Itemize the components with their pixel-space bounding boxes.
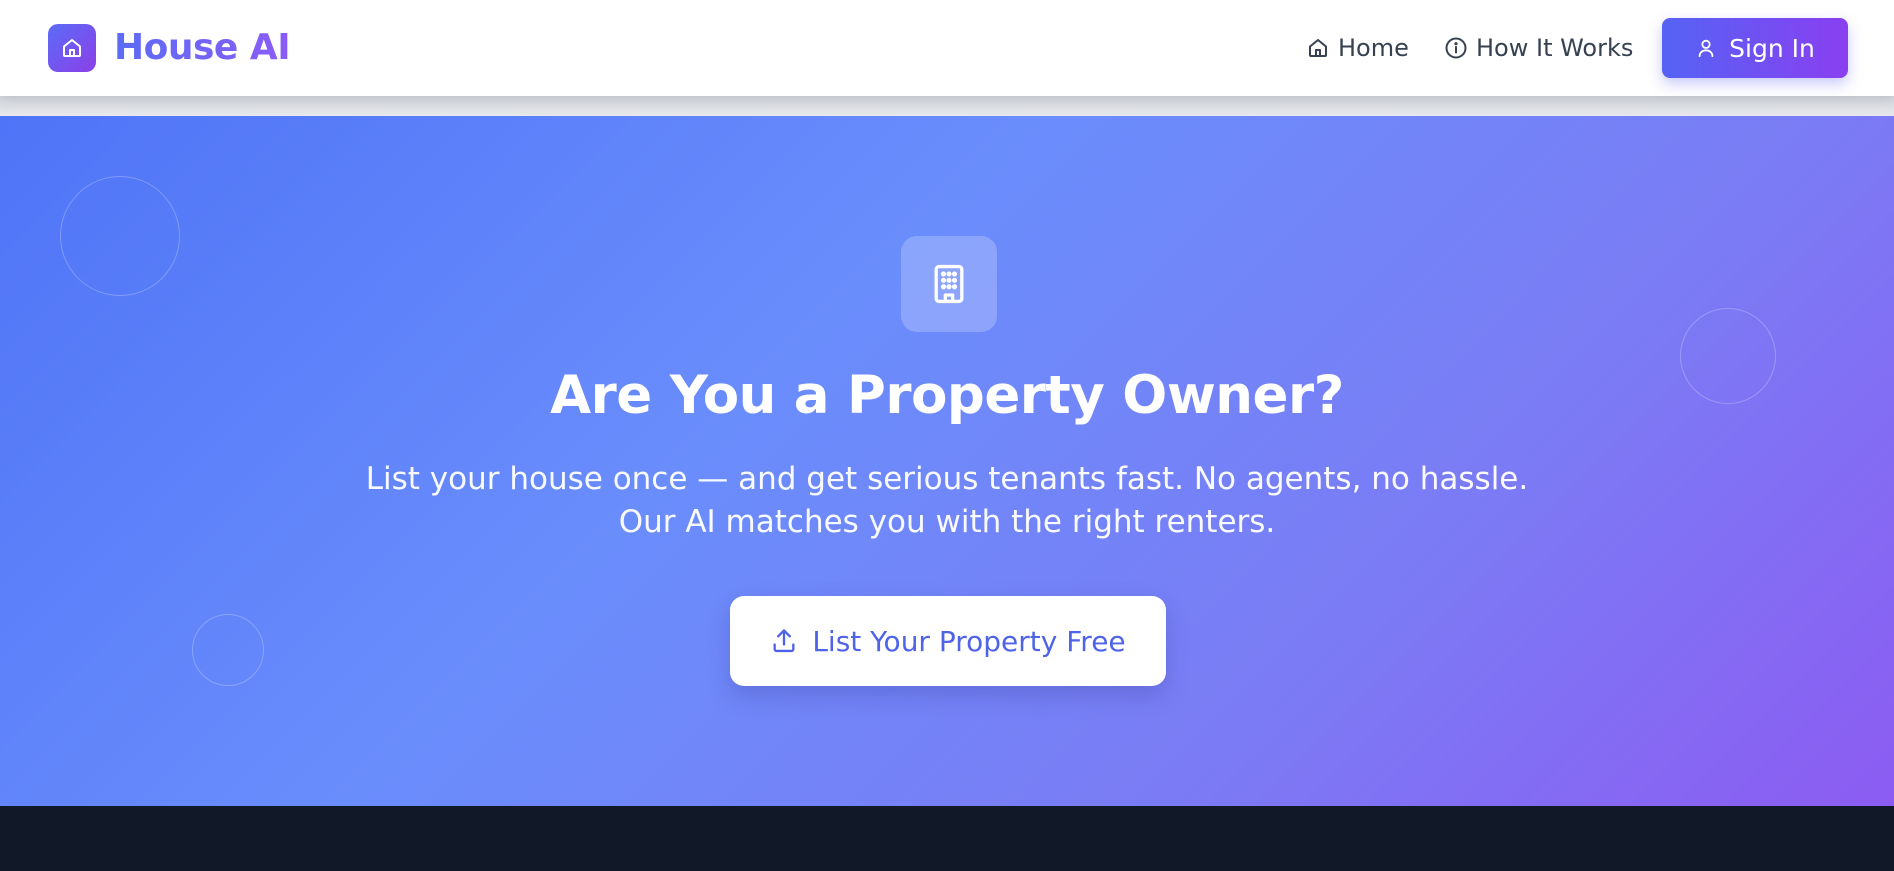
nav-how-it-works-label: How It Works — [1476, 34, 1634, 62]
sign-in-label: Sign In — [1729, 33, 1815, 63]
brand-name[interactable]: House AI — [114, 22, 291, 74]
nav-how-it-works-link[interactable]: How It Works — [1444, 30, 1633, 66]
page: House AI Home How It Works Sign In Are Y… — [0, 0, 1894, 871]
decorative-circle — [192, 614, 264, 686]
logo-badge[interactable] — [48, 24, 96, 72]
list-property-button[interactable]: List Your Property Free — [730, 596, 1166, 686]
footer-strip — [0, 806, 1894, 871]
nav-home-label: Home — [1338, 34, 1409, 62]
building-icon — [934, 264, 964, 304]
header-shadow-band — [0, 96, 1894, 116]
info-icon — [1445, 37, 1467, 59]
user-icon — [1698, 39, 1714, 58]
upload-icon — [773, 629, 795, 653]
list-property-label: List Your Property Free — [812, 624, 1126, 658]
hero-subtitle-line-1: List your house once — and get serious t… — [365, 461, 1529, 497]
hero-subtitle-line-2: Our AI matches you with the right renter… — [618, 504, 1276, 540]
hero-subtitle: List your house once — and get serious t… — [0, 458, 1894, 544]
nav-home-link[interactable]: Home — [1306, 30, 1409, 66]
home-icon — [63, 39, 81, 57]
decorative-circle — [60, 176, 180, 296]
hero-icon-badge — [901, 236, 997, 332]
owner-hero-section: Are You a Property Owner? List your hous… — [0, 116, 1894, 806]
sign-in-button[interactable]: Sign In — [1662, 18, 1848, 78]
home-icon — [1309, 39, 1327, 57]
top-navbar: House AI Home How It Works Sign In — [0, 0, 1894, 96]
hero-title: Are You a Property Owner? — [550, 365, 1344, 426]
